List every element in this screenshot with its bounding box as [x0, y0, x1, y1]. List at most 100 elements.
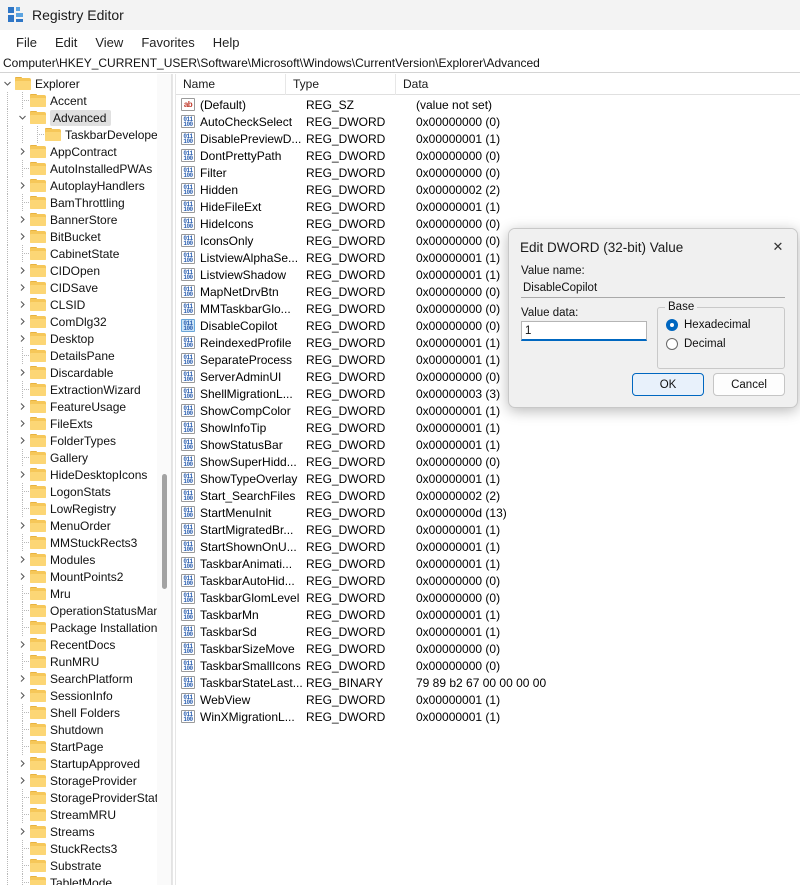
chevron-right-icon[interactable] [15, 636, 30, 653]
chevron-right-icon[interactable] [15, 517, 30, 534]
chevron-down-icon[interactable] [0, 75, 15, 92]
tree-node-cabinetstate[interactable]: CabinetState [0, 245, 172, 262]
chevron-right-icon[interactable] [15, 772, 30, 789]
chevron-right-icon[interactable] [15, 177, 30, 194]
value-row[interactable]: 011100WinXMigrationL...REG_DWORD0x000000… [176, 708, 800, 725]
chevron-right-icon[interactable] [15, 211, 30, 228]
value-row[interactable]: 011100ShowSuperHidd...REG_DWORD0x0000000… [176, 453, 800, 470]
tree-node-cidsave[interactable]: CIDSave [0, 279, 172, 296]
value-row[interactable]: 011100StartShownOnU...REG_DWORD0x0000000… [176, 538, 800, 555]
tree-node-storageproviderstatus[interactable]: StorageProviderStatus [0, 789, 172, 806]
value-row[interactable]: 011100TaskbarSmallIconsREG_DWORD0x000000… [176, 657, 800, 674]
base-option-hexadecimal[interactable]: Hexadecimal [666, 315, 776, 334]
tree-node-searchplatform[interactable]: SearchPlatform [0, 670, 172, 687]
tree-node-clsid[interactable]: CLSID [0, 296, 172, 313]
tree-node-startupapproved[interactable]: StartupApproved [0, 755, 172, 772]
address-bar[interactable]: Computer\HKEY_CURRENT_USER\Software\Micr… [0, 54, 800, 73]
tree-node-gallery[interactable]: Gallery [0, 449, 172, 466]
tree-node-mru[interactable]: Mru [0, 585, 172, 602]
value-row[interactable]: 011100Start_SearchFilesREG_DWORD0x000000… [176, 487, 800, 504]
chevron-right-icon[interactable] [15, 313, 30, 330]
tree-node-extractionwizard[interactable]: ExtractionWizard [0, 381, 172, 398]
tree-node-taskbardevelopersettings[interactable]: TaskbarDeveloperSettings [0, 126, 172, 143]
tree-node-accent[interactable]: Accent [0, 92, 172, 109]
menu-favorites[interactable]: Favorites [132, 33, 203, 52]
tree-node-cidopen[interactable]: CIDOpen [0, 262, 172, 279]
column-header-type[interactable]: Type [286, 74, 396, 95]
value-row[interactable]: 011100ShowTypeOverlayREG_DWORD0x00000001… [176, 470, 800, 487]
value-name-field[interactable] [521, 279, 785, 298]
tree-node-recentdocs[interactable]: RecentDocs [0, 636, 172, 653]
radio-decimal-icon[interactable] [666, 338, 678, 350]
tree-node-streams[interactable]: Streams [0, 823, 172, 840]
tree-node-lowregistry[interactable]: LowRegistry [0, 500, 172, 517]
tree-node-autoinstalledpwas[interactable]: AutoInstalledPWAs [0, 160, 172, 177]
chevron-right-icon[interactable] [15, 415, 30, 432]
chevron-right-icon[interactable] [15, 568, 30, 585]
chevron-right-icon[interactable] [15, 364, 30, 381]
chevron-right-icon[interactable] [15, 687, 30, 704]
chevron-right-icon[interactable] [15, 262, 30, 279]
tree-node-mmstuckrects3[interactable]: MMStuckRects3 [0, 534, 172, 551]
chevron-right-icon[interactable] [15, 670, 30, 687]
tree-node-hidedesktopicons[interactable]: HideDesktopIcons [0, 466, 172, 483]
tree-node-runmru[interactable]: RunMRU [0, 653, 172, 670]
tree-node-shutdown[interactable]: Shutdown [0, 721, 172, 738]
tree-node-package-installation[interactable]: Package Installation [0, 619, 172, 636]
value-row[interactable]: 011100TaskbarGlomLevelREG_DWORD0x0000000… [176, 589, 800, 606]
menu-help[interactable]: Help [204, 33, 249, 52]
tree-node-foldertypes[interactable]: FolderTypes [0, 432, 172, 449]
tree-scrollbar-thumb[interactable] [162, 474, 167, 589]
chevron-right-icon[interactable] [15, 823, 30, 840]
value-row[interactable]: ab(Default)REG_SZ(value not set) [176, 96, 800, 113]
menu-view[interactable]: View [86, 33, 132, 52]
tree-node-modules[interactable]: Modules [0, 551, 172, 568]
tree-node-explorer[interactable]: Explorer [0, 75, 172, 92]
value-row[interactable]: 011100TaskbarSdREG_DWORD0x00000001 (1) [176, 623, 800, 640]
value-row[interactable]: 011100HiddenREG_DWORD0x00000002 (2) [176, 181, 800, 198]
tree-node-desktop[interactable]: Desktop [0, 330, 172, 347]
tree-node-logonstats[interactable]: LogonStats [0, 483, 172, 500]
close-icon[interactable]: ✕ [759, 232, 797, 262]
value-row[interactable]: 011100FilterREG_DWORD0x00000000 (0) [176, 164, 800, 181]
tree-node-comdlg32[interactable]: ComDlg32 [0, 313, 172, 330]
tree-node-startpage[interactable]: StartPage [0, 738, 172, 755]
value-row[interactable]: 011100DisablePreviewD...REG_DWORD0x00000… [176, 130, 800, 147]
menu-file[interactable]: File [7, 33, 46, 52]
column-header-data[interactable]: Data [396, 74, 800, 95]
chevron-right-icon[interactable] [15, 551, 30, 568]
tree-node-shell-folders[interactable]: Shell Folders [0, 704, 172, 721]
chevron-right-icon[interactable] [15, 432, 30, 449]
chevron-right-icon[interactable] [15, 296, 30, 313]
tree-node-appcontract[interactable]: AppContract [0, 143, 172, 160]
tree-node-stuckrects3[interactable]: StuckRects3 [0, 840, 172, 857]
value-row[interactable]: 011100WebViewREG_DWORD0x00000001 (1) [176, 691, 800, 708]
value-row[interactable]: 011100AutoCheckSelectREG_DWORD0x00000000… [176, 113, 800, 130]
value-row[interactable]: 011100ShowInfoTipREG_DWORD0x00000001 (1) [176, 419, 800, 436]
value-row[interactable]: 011100TaskbarMnREG_DWORD0x00000001 (1) [176, 606, 800, 623]
cancel-button[interactable]: Cancel [713, 373, 785, 396]
ok-button[interactable]: OK [632, 373, 704, 396]
tree-node-bitbucket[interactable]: BitBucket [0, 228, 172, 245]
value-row[interactable]: 011100HideFileExtREG_DWORD0x00000001 (1) [176, 198, 800, 215]
tree-node-detailspane[interactable]: DetailsPane [0, 347, 172, 364]
chevron-right-icon[interactable] [15, 279, 30, 296]
value-row[interactable]: 011100TaskbarSizeMoveREG_DWORD0x00000000… [176, 640, 800, 657]
value-row[interactable]: 011100TaskbarStateLast...REG_BINARY79 89… [176, 674, 800, 691]
value-row[interactable]: 011100StartMenuInitREG_DWORD0x0000000d (… [176, 504, 800, 521]
chevron-down-icon[interactable] [15, 109, 30, 126]
tree-node-mountpoints2[interactable]: MountPoints2 [0, 568, 172, 585]
value-row[interactable]: 011100StartMigratedBr...REG_DWORD0x00000… [176, 521, 800, 538]
chevron-right-icon[interactable] [15, 143, 30, 160]
tree-node-fileexts[interactable]: FileExts [0, 415, 172, 432]
base-option-decimal[interactable]: Decimal [666, 334, 776, 353]
tree-node-sessioninfo[interactable]: SessionInfo [0, 687, 172, 704]
chevron-right-icon[interactable] [15, 466, 30, 483]
tree-scrollbar[interactable] [157, 74, 171, 885]
tree-node-operationstatusmanager[interactable]: OperationStatusManager [0, 602, 172, 619]
tree-node-substrate[interactable]: Substrate [0, 857, 172, 874]
tree-node-menuorder[interactable]: MenuOrder [0, 517, 172, 534]
chevron-right-icon[interactable] [15, 398, 30, 415]
value-row[interactable]: 011100TaskbarAnimati...REG_DWORD0x000000… [176, 555, 800, 572]
value-row[interactable]: 011100ShowStatusBarREG_DWORD0x00000001 (… [176, 436, 800, 453]
